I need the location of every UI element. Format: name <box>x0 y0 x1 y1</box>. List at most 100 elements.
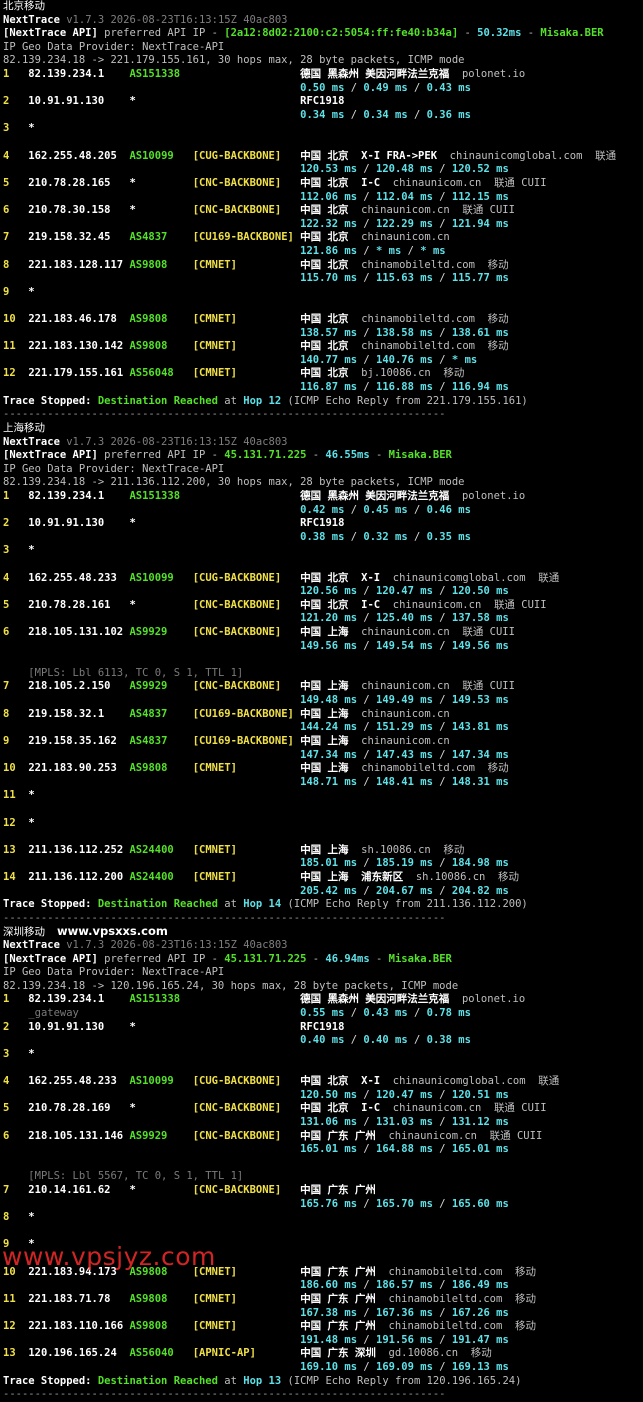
hop-asn: * <box>129 176 136 189</box>
hop-row: 9 * <box>3 286 643 300</box>
hop-latency: 148.31 <box>451 775 490 788</box>
hop-row: 9 * <box>3 1238 643 1252</box>
trace-stopped-label: Trace Stopped: <box>3 394 92 407</box>
hop-ip: 10.91.91.130 <box>28 517 105 530</box>
hop-latency: 116.87 <box>300 381 339 394</box>
hop-host: bj.10086.cn <box>361 367 431 380</box>
hop-latency: 140.77 <box>300 353 339 366</box>
hop-latency-row: 165.76 ms / 165.70 ms / 165.60 ms <box>300 1197 509 1210</box>
app-version: v1.7.3 2026-08-23T16:13:15Z 40ac803 <box>66 435 288 448</box>
section-title-text: 深圳移动 <box>3 926 45 939</box>
hop-latency-row: 0.40 ms / 0.40 ms / 0.38 ms <box>300 1034 471 1047</box>
hop-latency: 165.60 <box>451 1197 490 1210</box>
hop-host: chinamobileltd.com <box>361 762 475 775</box>
hop-ip: 221.183.94.173 <box>28 1265 117 1278</box>
hop-tag: [CMNET] <box>192 258 237 271</box>
hop-host: sh.10086.cn <box>361 843 431 856</box>
hop-latency-row: 0.42 ms / 0.45 ms / 0.46 ms <box>300 503 471 516</box>
hop-latency: 138.61 <box>451 326 490 339</box>
hop-latency: 185.19 <box>376 857 414 870</box>
hop-isp: 移动 <box>443 367 465 380</box>
hop-host: chinaunicomglobal.com <box>449 149 583 162</box>
hop-isp: 移动 <box>487 762 509 775</box>
hop-tag: [CNC-BACKBONE] <box>192 1129 282 1142</box>
hop-latency-row: 131.06 ms / 131.03 ms / 131.12 ms <box>300 1115 509 1128</box>
stop-hop: Hop 14 <box>243 898 282 911</box>
hop-latency: 169.09 <box>376 1360 414 1373</box>
hop-host: gd.10086.cn <box>388 1347 459 1360</box>
hop-latency: 191.48 <box>300 1333 339 1346</box>
api-dash-2: - <box>369 449 389 462</box>
hop-isp: 联通 CUII <box>493 598 547 611</box>
hop-latency-row: 121.86 ms / * ms / * ms <box>300 244 446 257</box>
hop-latency: 151.29 <box>376 721 414 734</box>
hop-ip: 221.179.155.161 <box>28 367 124 380</box>
hop-ip: 10.91.91.130 <box>28 95 105 108</box>
hop-geo: 中国 北京 I-C <box>300 1102 381 1115</box>
ms-unit: ms <box>458 108 471 121</box>
hop-latency: 0.42 <box>300 503 326 516</box>
hop-asn: AS9808 <box>129 1265 168 1278</box>
ms-unit: ms <box>496 1143 509 1156</box>
hop-asn: AS4837 <box>129 734 168 747</box>
ms-unit: ms <box>496 1088 509 1101</box>
hop-number: 2 <box>3 517 10 530</box>
hop-geo: 中国 北京 I-C <box>300 598 381 611</box>
hop-latency: 0.34 <box>300 108 326 121</box>
hop-geo: 中国 广东 广州 <box>300 1265 376 1278</box>
hop-latency: 112.15 <box>451 190 490 203</box>
hop-ip: * <box>28 1238 35 1251</box>
hop-host: chinamobileltd.com <box>361 258 475 271</box>
ms-unit: ms <box>420 353 433 366</box>
ms-unit: ms <box>420 857 433 870</box>
ms-unit: ms <box>420 775 433 788</box>
hop-latency: 0.49 <box>363 81 389 94</box>
app-version: v1.7.3 2026-08-23T16:13:15Z 40ac803 <box>66 939 288 952</box>
separator-rule: ----------------------------------------… <box>3 911 446 924</box>
section-title: 北京移动 <box>3 0 643 14</box>
ms-unit: ms <box>458 1034 471 1047</box>
mpls-label: [MPLS: Lbl 6113, TC 0, S 1, TTL 1] <box>28 666 244 679</box>
hop-latency: 125.40 <box>376 612 414 625</box>
hop-ip: 162.255.48.205 <box>28 149 117 162</box>
route-line: 82.139.234.18 -> 120.196.165.24, 30 hops… <box>3 980 643 994</box>
hop-number: 2 <box>3 1020 10 1033</box>
hop-ip: 218.105.131.102 <box>28 626 124 639</box>
hop-asn: AS9808 <box>129 762 168 775</box>
hop-asn: * <box>129 1020 136 1033</box>
hop-number: 13 <box>3 843 16 856</box>
hop-row: 11 221.183.71.78 AS9808 [CMNET] 中国 广东 广州… <box>3 1293 643 1307</box>
terminal-output[interactable]: 北京移动 NextTrace v1.7.3 2026-08-23T16:13:15… <box>0 0 643 1402</box>
hop-ip: 210.78.28.165 <box>28 176 111 189</box>
ms-unit: ms <box>344 381 358 394</box>
hop-number: 3 <box>3 544 10 557</box>
ms-unit: ms <box>420 1360 433 1373</box>
hop-latency: 120.53 <box>300 163 339 176</box>
hop-host: chinaunicom.cn <box>361 734 450 747</box>
api-ip: [2a12:8d02:2100:c2:5054:ff:fe40:b34a] <box>224 27 459 40</box>
hop-latency-row: 205.42 ms / 204.67 ms / 204.82 ms <box>300 884 509 897</box>
ms-unit: ms <box>420 721 433 734</box>
hop-isp: 移动 <box>443 843 465 856</box>
hop-row: 6 210.78.30.158 * [CNC-BACKBONE] 中国 北京 c… <box>3 204 643 218</box>
hop-isp: 联通 CUII <box>493 1102 547 1115</box>
hop-row: 3 * <box>3 122 643 136</box>
hop-isp: 联通 CUII <box>489 1129 543 1142</box>
hop-ip: 82.139.234.1 <box>28 993 105 1006</box>
ms-unit: ms <box>496 272 509 285</box>
ms-unit: ms <box>344 884 358 897</box>
ms-unit: ms <box>344 190 358 203</box>
hop-ip: 219.158.35.162 <box>28 734 117 747</box>
hop-latency-row: 165.01 ms / 164.88 ms / 165.01 ms <box>300 1143 509 1156</box>
hop-latency: 165.01 <box>300 1143 339 1156</box>
ms-unit: ms <box>344 857 358 870</box>
hop-latency: 191.47 <box>451 1333 490 1346</box>
hop-latency: 120.48 <box>376 163 414 176</box>
ms-unit: ms <box>331 1034 345 1047</box>
hop-isp: 联通 <box>538 1075 560 1088</box>
hop-latency: 0.38 <box>300 530 326 543</box>
hop-latency: 112.06 <box>300 190 339 203</box>
hop-ip: 120.196.165.24 <box>28 1347 117 1360</box>
hop-latency: 120.47 <box>376 1088 414 1101</box>
ms-unit: ms <box>344 1143 358 1156</box>
